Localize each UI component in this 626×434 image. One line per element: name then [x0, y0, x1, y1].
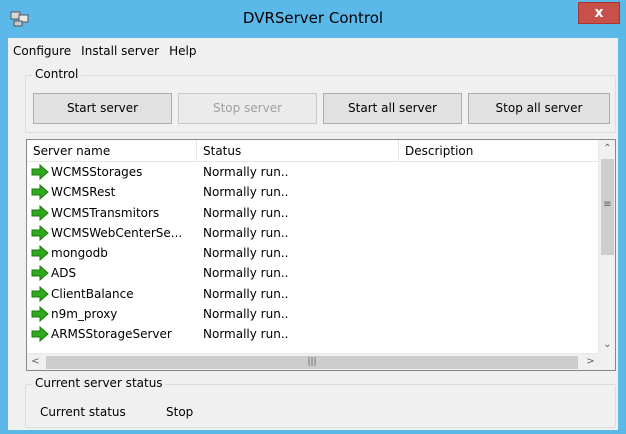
menu-install-server[interactable]: Install server	[76, 42, 164, 62]
table-row[interactable]: WCMSRest Normally run..	[27, 183, 599, 203]
status-cell: Normally run..	[203, 246, 289, 261]
green-arrow-icon	[31, 184, 49, 201]
green-arrow-icon	[31, 265, 49, 282]
green-arrow-icon	[31, 245, 49, 262]
scroll-left-icon[interactable]: <	[27, 354, 44, 370]
server-list-rows: WCMSStorages Normally run.. WCMSRest Normal…	[27, 163, 599, 346]
column-server-name[interactable]: Server name	[27, 140, 197, 162]
start-all-server-button[interactable]: Start all server	[323, 93, 462, 124]
current-status-value: Stop	[166, 405, 194, 419]
horizontal-scroll-thumb[interactable]: |||	[46, 356, 578, 369]
app-window: DVRServer Control x Configure Install se…	[0, 0, 626, 434]
status-cell: Normally run..	[203, 165, 289, 179]
scroll-up-icon[interactable]: ⌃	[599, 140, 615, 157]
server-name-cell: WCMSTransmitors	[51, 205, 160, 220]
table-row[interactable]: WCMSStorages Normally run..	[27, 163, 599, 183]
menu-bar: Configure Install server Help	[8, 42, 201, 62]
table-row[interactable]: n9m_proxy Normally run..	[27, 305, 599, 325]
server-name-cell: WCMSRest	[51, 185, 116, 200]
stop-all-server-button[interactable]: Stop all server	[468, 93, 610, 124]
table-row[interactable]: WCMSWebCenterSe... Normally run..	[27, 224, 599, 244]
scroll-right-icon[interactable]: >	[582, 354, 599, 370]
scroll-corner	[598, 353, 615, 370]
status-cell: Normally run..	[203, 266, 289, 281]
server-name-cell: WCMSWebCenterSe...	[51, 225, 183, 240]
close-button[interactable]: x	[578, 2, 620, 24]
server-status-group: Current server status Current status Sto…	[25, 376, 616, 428]
table-row[interactable]: ClientBalance Normally run..	[27, 285, 599, 305]
column-description[interactable]: Description	[399, 140, 599, 162]
window-title: DVRServer Control	[242, 9, 384, 27]
server-name-cell: ARMSStorageServer	[51, 327, 172, 342]
status-cell: Normally run..	[203, 205, 289, 220]
status-cell: Normally run..	[203, 327, 289, 342]
green-arrow-icon	[31, 285, 49, 302]
status-cell: Normally run..	[203, 307, 289, 322]
server-list-header: Server name Status Description	[27, 140, 599, 162]
control-group: Control Start server Stop server Start a…	[25, 67, 616, 133]
server-status-group-label: Current server status	[32, 376, 166, 390]
server-name-cell: mongodb	[51, 246, 108, 261]
title-bar[interactable]: DVRServer Control x	[0, 0, 626, 38]
green-arrow-icon	[31, 306, 49, 323]
grip-icon: ≡	[603, 199, 612, 210]
server-name-cell: ADS	[51, 266, 77, 281]
current-status-label: Current status	[40, 405, 126, 419]
column-status[interactable]: Status	[197, 140, 399, 162]
status-cell: Normally run..	[203, 286, 289, 301]
server-name-cell: ClientBalance	[51, 286, 134, 301]
green-arrow-icon	[31, 224, 49, 241]
green-arrow-icon	[31, 164, 49, 180]
status-cell: Normally run..	[203, 185, 289, 200]
server-list[interactable]: Server name Status Description WCMSStora…	[26, 139, 616, 371]
server-name-cell: n9m_proxy	[51, 307, 118, 322]
table-row[interactable]: mongodb Normally run..	[27, 244, 599, 264]
green-arrow-icon	[31, 326, 49, 343]
menu-configure[interactable]: Configure	[8, 42, 76, 62]
start-server-button[interactable]: Start server	[33, 93, 172, 124]
table-row[interactable]: ARMSStorageServer Normally run..	[27, 325, 599, 345]
grip-icon: |||	[307, 357, 317, 367]
horizontal-scrollbar[interactable]: < ||| >	[27, 353, 599, 370]
table-row[interactable]: WCMSTransmitors Normally run..	[27, 204, 599, 224]
stop-server-button[interactable]: Stop server	[178, 93, 317, 124]
green-arrow-icon	[31, 204, 49, 221]
vertical-scroll-thumb[interactable]: ≡	[601, 159, 614, 255]
client-area: Configure Install server Help Control St…	[8, 38, 618, 430]
scroll-down-icon[interactable]: ⌄	[599, 336, 615, 353]
server-name-cell: WCMSStorages	[51, 165, 143, 179]
control-group-label: Control	[32, 67, 82, 81]
table-row[interactable]: ADS Normally run..	[27, 264, 599, 284]
vertical-scrollbar[interactable]: ⌃ ≡ ⌄	[598, 140, 615, 353]
menu-help[interactable]: Help	[164, 42, 201, 62]
status-cell: Normally run..	[203, 225, 289, 240]
